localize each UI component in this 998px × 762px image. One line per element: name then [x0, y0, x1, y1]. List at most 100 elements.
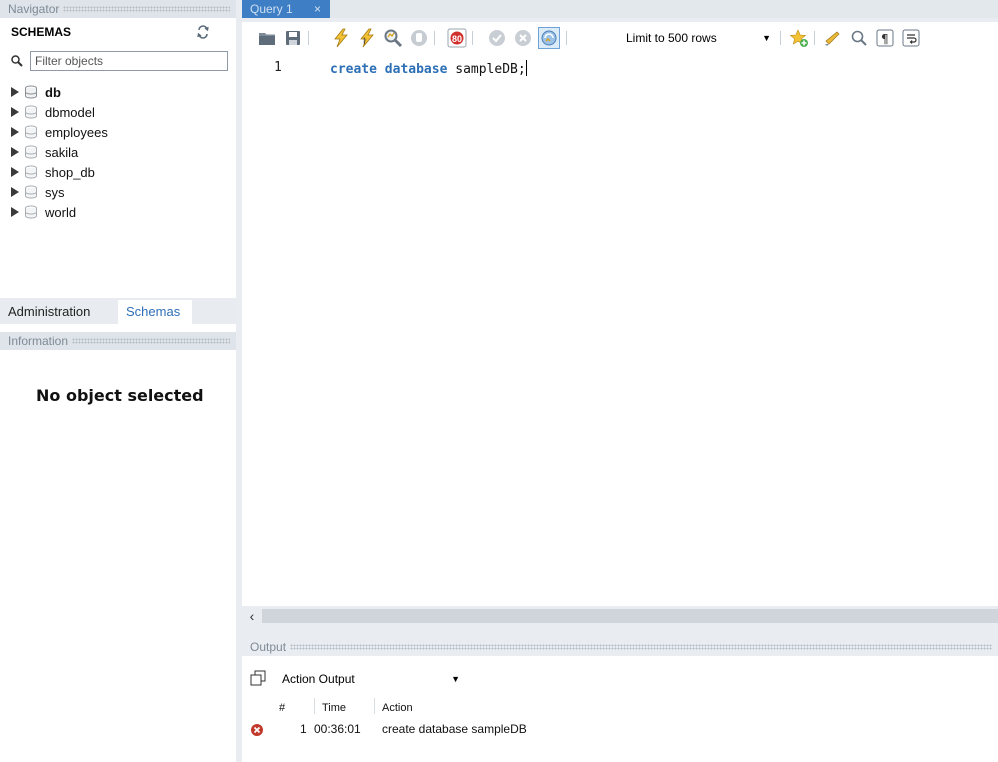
chevron-down-icon: ▼ [762, 33, 771, 43]
panel-grip [72, 338, 230, 344]
navigator-tabs: Administration Schemas [0, 298, 236, 324]
database-icon [25, 125, 37, 139]
output-type-label: Action Output [282, 672, 355, 686]
execute-current-icon[interactable]: I [356, 27, 378, 49]
schema-item-db[interactable]: db [0, 82, 236, 102]
row-action: create database sampleDB [382, 722, 527, 736]
toggle-stop-on-error-icon[interactable]: 80 [446, 27, 468, 49]
expand-arrow-icon[interactable] [11, 87, 19, 97]
identifier-sampledb: sampleDB; [455, 62, 526, 77]
column-separator [374, 698, 375, 714]
tab-query-1[interactable]: Query 1 × [242, 0, 330, 18]
no-object-message: No object selected [36, 386, 204, 405]
save-icon[interactable] [282, 27, 304, 49]
panel-grip [290, 644, 992, 650]
horizontal-scrollbar[interactable]: ‹ [242, 606, 998, 626]
search-icon [10, 54, 24, 68]
invisible-chars-icon[interactable]: ¶ [874, 27, 896, 49]
schema-item-world[interactable]: world [0, 202, 236, 222]
expand-arrow-icon[interactable] [11, 127, 19, 137]
schema-label: dbmodel [45, 104, 95, 120]
output-type-select[interactable]: Action Output ▼ [276, 668, 468, 690]
close-tab-icon[interactable]: × [314, 0, 321, 18]
line-number: 1 [274, 60, 282, 75]
toolbar-separator [434, 31, 435, 45]
row-time: 00:36:01 [314, 722, 361, 736]
refresh-icon[interactable] [196, 25, 210, 39]
expand-arrow-icon[interactable] [11, 107, 19, 117]
code-line[interactable]: create database sampleDB; [330, 60, 527, 77]
schema-tree: db dbmodel employees sakila shop_db sys … [0, 82, 236, 222]
sql-editor[interactable]: 1 create database sampleDB; [242, 54, 998, 606]
tab-schemas[interactable]: Schemas [118, 300, 192, 324]
navigator-panel: Navigator SCHEMAS db dbmodel [0, 0, 236, 762]
information-title: Information [8, 334, 69, 348]
information-header: Information [0, 332, 236, 350]
sql-toolbar: I 80 Limit to 500 rows ▼ ¶ [242, 22, 998, 54]
database-icon [25, 205, 37, 219]
tab-label: Query 1 [250, 2, 293, 16]
schema-item-shop-db[interactable]: shop_db [0, 162, 236, 182]
schemas-heading: SCHEMAS [11, 25, 72, 39]
schema-item-sakila[interactable]: sakila [0, 142, 236, 162]
execute-icon[interactable] [330, 27, 352, 49]
expand-arrow-icon[interactable] [11, 187, 19, 197]
filter-objects-input[interactable] [30, 51, 228, 71]
svg-text:I: I [363, 36, 366, 46]
find-icon[interactable] [848, 27, 870, 49]
scrollbar-thumb[interactable] [262, 609, 998, 623]
keyword-create: create [330, 62, 377, 77]
keyword-database: database [384, 62, 448, 77]
autocommit-toggle-icon[interactable] [538, 27, 560, 49]
column-header-time: Time [322, 702, 347, 714]
column-separator [314, 698, 315, 714]
schemas-header: SCHEMAS [0, 22, 236, 42]
schema-item-dbmodel[interactable]: dbmodel [0, 102, 236, 122]
schema-item-employees[interactable]: employees [0, 122, 236, 142]
commit-icon[interactable] [486, 27, 508, 49]
copy-icon[interactable] [250, 670, 266, 686]
schema-label: sakila [45, 144, 79, 160]
workbench-window: Navigator SCHEMAS db dbmodel [0, 0, 998, 762]
expand-arrow-icon[interactable] [11, 167, 19, 177]
schema-label: employees [45, 124, 108, 140]
limit-rows-select[interactable]: Limit to 500 rows ▼ [622, 28, 777, 48]
stop-icon[interactable] [408, 27, 430, 49]
add-snippet-icon[interactable] [788, 27, 810, 49]
beautify-icon[interactable] [822, 27, 844, 49]
toolbar-separator [780, 31, 781, 45]
output-panel: Action Output ▼ # Time Action 1 00:36:01… [242, 656, 998, 762]
schema-label: shop_db [45, 164, 95, 180]
output-header: Output [242, 638, 998, 656]
expand-arrow-icon[interactable] [11, 147, 19, 157]
database-icon [25, 165, 37, 179]
database-icon [25, 105, 37, 119]
error-icon [250, 723, 264, 737]
word-wrap-icon[interactable] [900, 27, 922, 49]
tab-administration[interactable]: Administration [0, 300, 118, 324]
expand-arrow-icon[interactable] [11, 207, 19, 217]
svg-text:¶: ¶ [881, 32, 889, 46]
limit-rows-label: Limit to 500 rows [626, 31, 717, 45]
text-cursor [525, 60, 527, 76]
chevron-down-icon: ▼ [451, 674, 460, 684]
toolbar-separator [472, 31, 473, 45]
scroll-left-icon[interactable]: ‹ [244, 608, 260, 624]
schema-item-sys[interactable]: sys [0, 182, 236, 202]
navigator-header: Navigator [0, 0, 236, 18]
toolbar-separator [814, 31, 815, 45]
toolbar-separator [308, 31, 309, 45]
panel-grip [63, 6, 230, 12]
open-file-icon[interactable] [256, 27, 278, 49]
explain-icon[interactable] [382, 27, 404, 49]
schema-label: sys [45, 184, 65, 200]
schema-label: world [45, 204, 77, 220]
svg-text:80: 80 [452, 34, 462, 44]
database-icon [25, 185, 37, 199]
output-title: Output [250, 640, 287, 654]
column-header-action: Action [382, 702, 413, 714]
database-icon [25, 85, 37, 99]
row-number: 1 [300, 722, 307, 736]
rollback-icon[interactable] [512, 27, 534, 49]
navigator-title: Navigator [8, 2, 60, 16]
